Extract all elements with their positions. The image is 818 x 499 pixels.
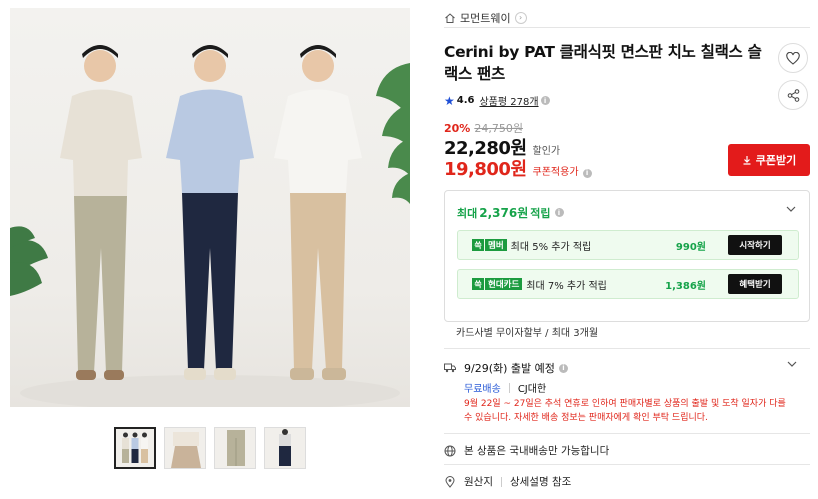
models-photo bbox=[10, 45, 410, 407]
review-link[interactable]: 상품평 278개 bbox=[479, 93, 538, 108]
membership-logo-mark: 쓱 bbox=[472, 239, 484, 251]
reward-card-hyundai: 쓱 현대카드 최대 7% 추가 적립 1,386원 혜택받기 bbox=[457, 269, 799, 299]
brand-row: 모먼트웨이 › bbox=[444, 8, 810, 28]
shipping-notice: 9월 22일 ~ 27일은 추석 연휴로 인하여 판매자별로 상품의 출발 및 … bbox=[464, 399, 786, 423]
product-title: Cerini by PAT 클래식핏 면스판 치노 칠랙스 슬랙스 팬츠 bbox=[444, 43, 762, 83]
reward-amount: 2,376원 bbox=[479, 206, 529, 220]
main-product-image bbox=[10, 8, 410, 407]
brand-link[interactable]: 모먼트웨이 bbox=[460, 10, 511, 26]
share-icon bbox=[787, 88, 799, 102]
membership-logo-name: 멤버 bbox=[485, 239, 507, 251]
installment-info: 카드사별 무이자할부 / 최대 3개월 bbox=[456, 328, 599, 339]
wishlist-button[interactable] bbox=[778, 43, 808, 73]
shipping-chevron-down-icon[interactable] bbox=[786, 358, 798, 370]
thumbnail-4[interactable] bbox=[264, 427, 306, 469]
coupon-price-row: 19,800원 쿠폰적용가 i bbox=[444, 155, 592, 181]
rating-row: ★ 4.6 상품평 278개 i bbox=[444, 93, 550, 108]
thumbnail-3[interactable] bbox=[214, 427, 256, 469]
thumbnail-2[interactable] bbox=[164, 427, 206, 469]
hyundai-benefit-button[interactable]: 혜택받기 bbox=[728, 274, 782, 294]
hyundai-logo-mark: 쓱 bbox=[472, 278, 484, 290]
hyundai-amount: 1,386원 bbox=[665, 280, 706, 292]
rating-score: 4.6 bbox=[456, 95, 475, 106]
free-shipping-label: 무료배송 bbox=[464, 384, 501, 395]
divider bbox=[508, 382, 510, 393]
thumbnail-2-image bbox=[171, 432, 201, 468]
star-icon: ★ bbox=[444, 93, 455, 108]
membership-desc: 최대 5% 추가 적립 bbox=[510, 241, 592, 253]
hyundai-logo-name: 현대카드 bbox=[485, 278, 523, 290]
globe-icon bbox=[444, 445, 456, 456]
reward-summary: 최대 2,376원 적립 i bbox=[457, 204, 564, 221]
coupon-price: 19,800원 bbox=[444, 159, 527, 180]
product-info-panel: 모먼트웨이 › Cerini by PAT 클래식핏 면스판 치노 칠랙스 슬랙… bbox=[444, 0, 810, 499]
reward-suffix: 적립 bbox=[530, 206, 551, 220]
reward-card-membership: 쓱 멤버 최대 5% 추가 적립 990원 시작하기 bbox=[457, 230, 799, 260]
coupon-button-label: 쿠폰받기 bbox=[755, 154, 797, 167]
shipping-info-icon[interactable]: i bbox=[558, 363, 568, 373]
membership-start-button[interactable]: 시작하기 bbox=[728, 235, 782, 255]
thumbnail-1[interactable] bbox=[114, 427, 156, 469]
heart-icon bbox=[786, 51, 800, 65]
coupon-info-icon[interactable]: i bbox=[582, 168, 592, 178]
divider bbox=[444, 348, 810, 349]
domestic-text: 본 상품은 국내배송만 가능합니다 bbox=[464, 445, 610, 457]
divider bbox=[444, 433, 810, 434]
thumbnail-4-image bbox=[279, 429, 291, 466]
membership-amount: 990원 bbox=[675, 241, 706, 253]
shipping-date: 9/29(화) 출발 예정 bbox=[464, 362, 555, 375]
reward-prefix: 최대 bbox=[457, 206, 478, 220]
membership-logo: 쓱 멤버 bbox=[472, 238, 507, 252]
share-button[interactable] bbox=[778, 80, 808, 110]
thumbnail-strip bbox=[114, 427, 306, 469]
truck-icon bbox=[444, 363, 456, 373]
domestic-row: 본 상품은 국내배송만 가능합니다 bbox=[444, 443, 609, 458]
carrier-label: CJ대한 bbox=[517, 384, 547, 395]
divider bbox=[444, 464, 810, 465]
reward-box: 최대 2,376원 적립 i 쓱 멤버 최대 5% 추가 적립 990원 시작하… bbox=[444, 190, 810, 322]
chevron-right-icon[interactable]: › bbox=[514, 11, 527, 24]
info-icon[interactable]: i bbox=[540, 96, 550, 105]
coupon-download-button[interactable]: 쿠폰받기 bbox=[728, 144, 810, 176]
thumbnail-1-image bbox=[122, 432, 148, 463]
origin-row: 원산지 상세설명 참조 bbox=[444, 474, 571, 489]
hyundai-card-logo: 쓱 현대카드 bbox=[472, 277, 523, 291]
download-icon bbox=[743, 156, 751, 165]
origin-value: 상세설명 참조 bbox=[509, 476, 572, 488]
reward-info-icon[interactable]: i bbox=[554, 208, 564, 217]
shipping-row: 9/29(화) 출발 예정 i bbox=[444, 360, 568, 376]
coupon-price-label: 쿠폰적용가 bbox=[532, 167, 579, 178]
shipping-sub: 무료배송 CJ대한 bbox=[464, 380, 546, 395]
chevron-down-icon[interactable] bbox=[785, 203, 797, 215]
origin-icon bbox=[445, 475, 455, 488]
home-icon bbox=[445, 12, 455, 23]
thumbnail-3-image bbox=[227, 430, 245, 466]
origin-label: 원산지 bbox=[464, 476, 493, 488]
hyundai-desc: 최대 7% 추가 적립 bbox=[526, 280, 607, 292]
divider bbox=[500, 476, 502, 487]
